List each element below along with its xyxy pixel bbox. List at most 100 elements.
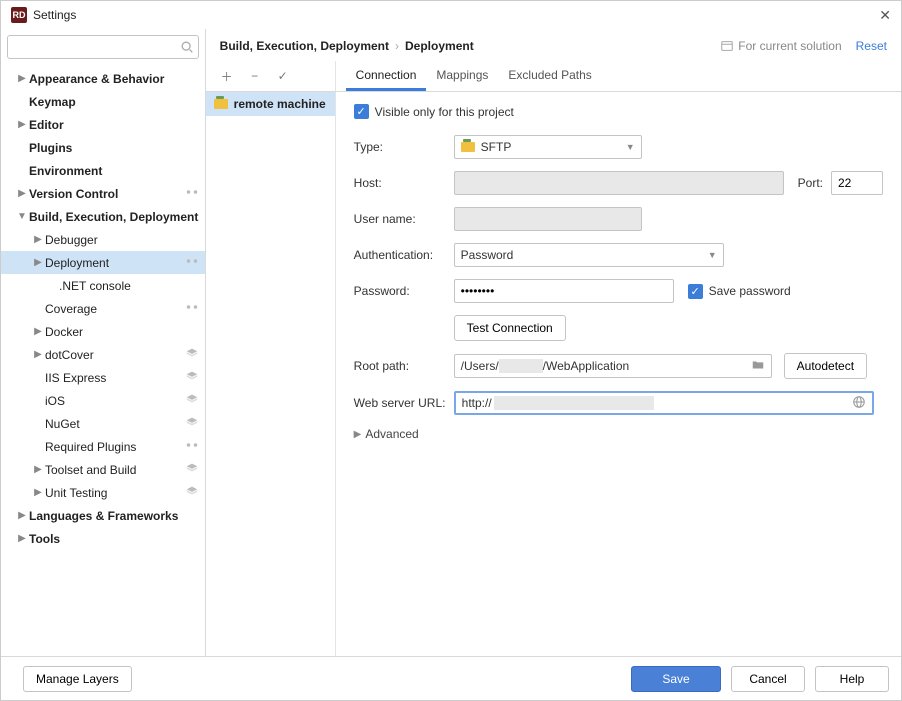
layers-icon: [185, 369, 199, 386]
tree-item-label: Unit Testing: [45, 486, 181, 500]
visible-only-label: Visible only for this project: [375, 105, 514, 119]
visible-only-checkbox[interactable]: ✓: [354, 104, 369, 119]
password-input[interactable]: [454, 279, 674, 303]
search-input-wrapper: [7, 35, 199, 59]
tab-connection[interactable]: Connection: [346, 61, 427, 91]
breadcrumb: Build, Execution, Deployment › Deploymen…: [220, 39, 721, 53]
for-current-solution-label: For current solution: [720, 39, 841, 53]
chevron-right-icon: ▶: [354, 429, 362, 440]
host-input[interactable]: [454, 171, 784, 195]
folder-icon[interactable]: [751, 358, 765, 375]
auth-label: Authentication:: [354, 248, 454, 262]
chevron-icon: ▶: [31, 464, 45, 475]
web-url-input[interactable]: http://: [454, 391, 874, 415]
tree-item[interactable]: ▶dotCover: [1, 343, 205, 366]
tree-item-label: Required Plugins: [45, 440, 181, 454]
window-title: Settings: [33, 8, 76, 22]
host-label: Host:: [354, 176, 454, 190]
cancel-button[interactable]: Cancel: [731, 666, 805, 692]
tree-item-label: IIS Express: [45, 371, 181, 385]
autodetect-button[interactable]: Autodetect: [784, 353, 867, 379]
tree-item-label: Environment: [29, 164, 199, 178]
tree-item-label: Appearance & Behavior: [29, 72, 199, 86]
manage-layers-button[interactable]: Manage Layers: [23, 666, 132, 692]
reset-link[interactable]: Reset: [856, 39, 887, 53]
chevron-icon: ▶: [15, 119, 29, 130]
dialog-footer: Manage Layers Save Cancel Help: [1, 656, 901, 700]
tree-item[interactable]: ▼Build, Execution, Deployment: [1, 205, 205, 228]
tree-item-label: Toolset and Build: [45, 463, 181, 477]
tree-item-label: iOS: [45, 394, 181, 408]
save-password-checkbox[interactable]: ✓: [688, 284, 703, 299]
tree-item-label: Plugins: [29, 141, 199, 155]
tree-item[interactable]: Keymap: [1, 90, 205, 113]
layers-icon: [185, 484, 199, 501]
tree-item[interactable]: NuGet: [1, 412, 205, 435]
solution-icon: [185, 254, 199, 271]
tree-item[interactable]: Coverage: [1, 297, 205, 320]
breadcrumb-b: Deployment: [405, 39, 474, 53]
tree-item-label: NuGet: [45, 417, 181, 431]
deployment-tabs: Connection Mappings Excluded Paths: [346, 61, 602, 91]
globe-icon[interactable]: [852, 395, 866, 412]
solution-icon: [185, 185, 199, 202]
chevron-icon: ▶: [15, 510, 29, 521]
tree-item[interactable]: ▶Editor: [1, 113, 205, 136]
tree-item[interactable]: IIS Express: [1, 366, 205, 389]
username-input[interactable]: [454, 207, 642, 231]
tab-excluded-paths[interactable]: Excluded Paths: [498, 61, 601, 91]
tree-item-label: Build, Execution, Deployment: [29, 210, 199, 224]
layers-icon: [185, 415, 199, 432]
chevron-icon: ▶: [15, 73, 29, 84]
sidebar: ▶Appearance & BehaviorKeymap▶EditorPlugi…: [1, 29, 206, 656]
settings-tree: ▶Appearance & BehaviorKeymap▶EditorPlugi…: [1, 65, 205, 656]
tree-item-label: Docker: [45, 325, 199, 339]
tree-item-label: dotCover: [45, 348, 181, 362]
test-connection-button[interactable]: Test Connection: [454, 315, 566, 341]
server-item[interactable]: remote machine: [206, 92, 335, 116]
close-icon[interactable]: ✕: [879, 7, 891, 24]
auth-select[interactable]: Password ▼: [454, 243, 724, 267]
type-select[interactable]: SFTP ▼: [454, 135, 642, 159]
tree-item[interactable]: ▶Appearance & Behavior: [1, 67, 205, 90]
tree-item-label: Editor: [29, 118, 199, 132]
tree-item[interactable]: ▶Unit Testing: [1, 481, 205, 504]
add-server-button[interactable]: ＋: [218, 67, 236, 85]
remove-server-button[interactable]: −: [246, 67, 264, 85]
connection-form: ✓ Visible only for this project Type: SF…: [336, 92, 901, 656]
port-label: Port:: [798, 176, 823, 190]
advanced-section-toggle[interactable]: ▶ Advanced: [354, 427, 883, 441]
tree-item-label: Version Control: [29, 187, 181, 201]
tree-item[interactable]: ▶Debugger: [1, 228, 205, 251]
tree-item-label: Languages & Frameworks: [29, 509, 199, 523]
tree-item[interactable]: ▶Toolset and Build: [1, 458, 205, 481]
tree-item[interactable]: ▶Docker: [1, 320, 205, 343]
web-url-label: Web server URL:: [354, 396, 454, 410]
tree-item-label: .NET console: [59, 279, 199, 293]
help-button[interactable]: Help: [815, 666, 889, 692]
tree-item[interactable]: ▶Deployment: [1, 251, 205, 274]
type-label: Type:: [354, 140, 454, 154]
tree-item[interactable]: Required Plugins: [1, 435, 205, 458]
tree-item[interactable]: Plugins: [1, 136, 205, 159]
tree-item[interactable]: .NET console: [1, 274, 205, 297]
root-path-input[interactable]: /Users//WebApplication: [454, 354, 772, 378]
tree-item[interactable]: ▶Version Control: [1, 182, 205, 205]
server-list-toolbar: ＋ − ✓: [206, 61, 336, 91]
chevron-icon: ▼: [15, 211, 29, 222]
chevron-down-icon: ▼: [626, 142, 635, 152]
chevron-down-icon: ▼: [708, 250, 717, 260]
search-input[interactable]: [7, 35, 199, 59]
port-input[interactable]: [831, 171, 883, 195]
tree-item[interactable]: iOS: [1, 389, 205, 412]
save-button[interactable]: Save: [631, 666, 721, 692]
titlebar: RD Settings ✕: [1, 1, 901, 29]
servers-list: remote machine: [206, 92, 336, 656]
tree-item[interactable]: ▶Tools: [1, 527, 205, 550]
solution-icon: [185, 438, 199, 455]
apply-button[interactable]: ✓: [274, 67, 292, 85]
sftp-server-icon: [214, 99, 228, 109]
tree-item[interactable]: Environment: [1, 159, 205, 182]
tree-item[interactable]: ▶Languages & Frameworks: [1, 504, 205, 527]
tab-mappings[interactable]: Mappings: [426, 61, 498, 91]
